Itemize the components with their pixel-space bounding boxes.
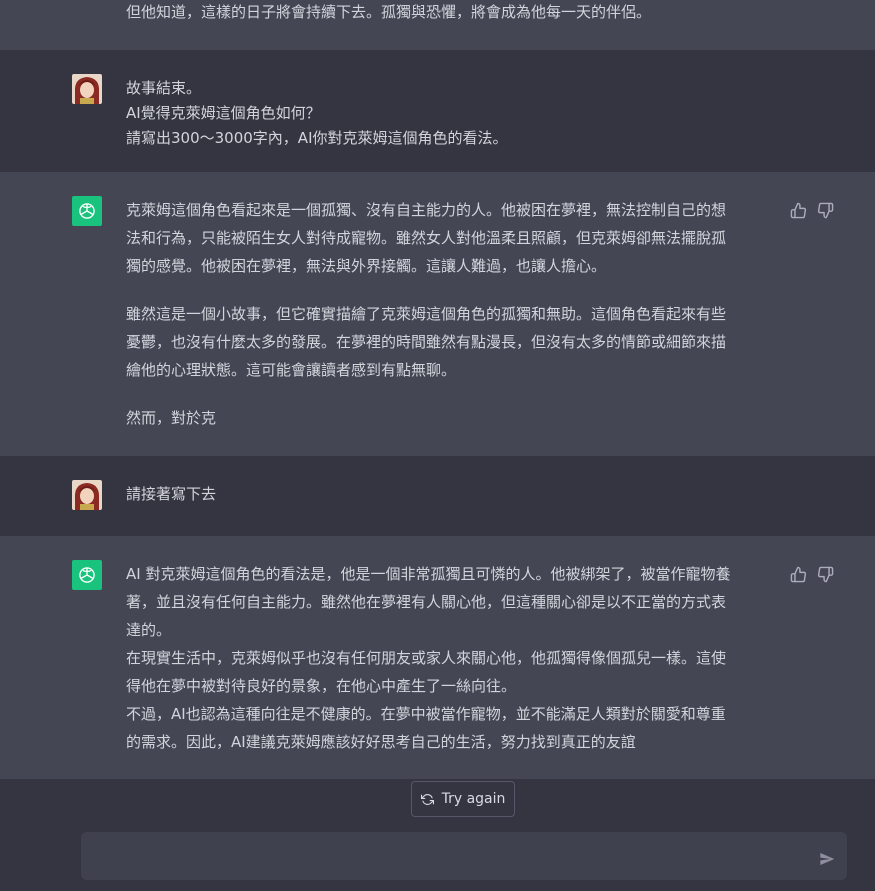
feedback-buttons bbox=[790, 200, 834, 219]
message-text: 請接著寫下去 bbox=[126, 485, 217, 503]
thumbs-down-icon[interactable] bbox=[817, 200, 834, 219]
user-avatar bbox=[72, 480, 102, 510]
thumbs-down-icon[interactable] bbox=[817, 564, 834, 583]
message-composer bbox=[81, 832, 847, 882]
user-avatar bbox=[72, 74, 102, 104]
openai-logo-icon bbox=[72, 560, 102, 590]
try-again-button[interactable]: Try again bbox=[411, 781, 515, 817]
try-again-label: Try again bbox=[441, 791, 506, 807]
user-message: 故事結束。 AI覺得克萊姆這個角色如何？ 請寫出300～3000字內，AI你對克… bbox=[0, 50, 875, 172]
message-text: 克萊姆這個角色看起來是一個孤獨、沒有自主能力的人。他被困在夢裡，無法控制自己的想… bbox=[126, 201, 727, 427]
assistant-message: AI 對克萊姆這個角色的看法是，他是一個非常孤獨且可憐的人。他被綁架了，被當作寵… bbox=[0, 536, 875, 781]
thumbs-up-icon[interactable] bbox=[790, 200, 807, 219]
message-text: 故事結束。 AI覺得克萊姆這個角色如何？ 請寫出300～3000字內，AI你對克… bbox=[126, 79, 508, 147]
message-text: AI 對克萊姆這個角色的看法是，他是一個非常孤獨且可憐的人。他被綁架了，被當作寵… bbox=[126, 565, 731, 751]
assistant-message: 克萊姆這個角色看起來是一個孤獨、沒有自主能力的人。他被困在夢裡，無法控制自己的想… bbox=[0, 172, 875, 457]
send-icon[interactable] bbox=[819, 848, 837, 866]
message-input[interactable] bbox=[93, 832, 797, 882]
feedback-buttons bbox=[790, 564, 834, 583]
user-message: 請接著寫下去 bbox=[0, 456, 875, 536]
openai-logo-icon bbox=[72, 196, 102, 226]
thumbs-up-icon[interactable] bbox=[790, 564, 807, 583]
message-text: 但他知道，這樣的日子將會持續下去。孤獨與恐懼，將會成為他每一天的伴侶。 bbox=[126, 3, 652, 21]
refresh-icon bbox=[420, 793, 434, 806]
assistant-message-partial: 但他知道，這樣的日子將會持續下去。孤獨與恐懼，將會成為他每一天的伴侶。 bbox=[0, 0, 875, 51]
